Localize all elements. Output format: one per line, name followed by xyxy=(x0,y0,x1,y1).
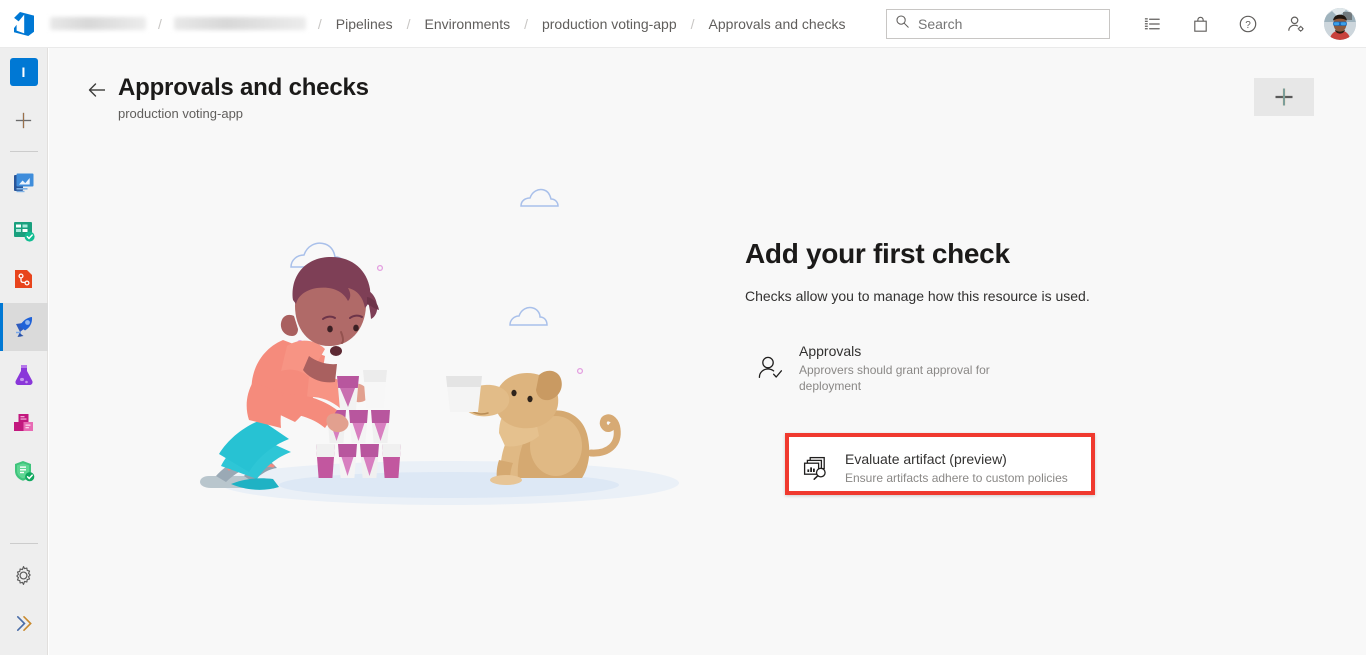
help-question-icon[interactable]: ? xyxy=(1224,0,1272,48)
check-option-approvals[interactable]: Approvals Approvers should grant approva… xyxy=(745,332,1057,404)
advanced-security-shield-icon xyxy=(14,461,34,482)
top-navigation-bar: / / Pipelines / Environments / productio… xyxy=(0,0,1366,48)
sidebar-item-overview[interactable] xyxy=(0,159,48,207)
overview-icon xyxy=(13,173,33,193)
check-option-evaluate-artifact[interactable]: Evaluate artifact (preview) Ensure artif… xyxy=(791,440,1103,496)
empty-state-illustration xyxy=(199,188,699,518)
check-option-text: Evaluate artifact (preview) Ensure artif… xyxy=(845,450,1068,486)
empty-state-description: Checks allow you to manage how this reso… xyxy=(745,288,1090,304)
person-illustration xyxy=(200,256,387,490)
repos-icon xyxy=(14,270,32,288)
sidebar-item-advanced-security[interactable] xyxy=(0,447,48,495)
sidebar-item-boards[interactable] xyxy=(0,207,48,255)
sidebar-item-project-settings[interactable] xyxy=(0,551,48,599)
breadcrumb-pipelines[interactable]: Pipelines xyxy=(332,16,397,32)
project-initial-label: I xyxy=(21,64,26,80)
page-header: Approvals and checks production voting-a… xyxy=(49,48,1366,140)
sidebar-item-test-plans[interactable] xyxy=(0,351,48,399)
breadcrumb-organization[interactable] xyxy=(50,17,146,30)
sidebar-item-repos[interactable] xyxy=(0,255,48,303)
main-content-area: Approvals and checks production voting-a… xyxy=(49,48,1366,655)
search-box[interactable] xyxy=(886,9,1110,39)
breadcrumb-separator: / xyxy=(690,15,695,32)
breadcrumb-environments[interactable]: Environments xyxy=(421,16,515,32)
back-arrow-icon[interactable] xyxy=(83,76,111,104)
check-option-text: Approvals Approvers should grant approva… xyxy=(799,342,1047,394)
empty-state-title: Add your first check xyxy=(745,238,1010,269)
marketplace-bag-icon[interactable] xyxy=(1176,0,1224,48)
azure-devops-logo[interactable] xyxy=(0,0,48,48)
test-plans-flask-icon xyxy=(14,365,33,385)
gear-icon xyxy=(16,565,31,585)
sidebar-item-project-initial[interactable]: I xyxy=(0,48,48,96)
add-check-button[interactable] xyxy=(1254,78,1314,116)
boards-list-icon[interactable] xyxy=(1128,0,1176,48)
user-settings-icon[interactable] xyxy=(1272,0,1320,48)
rail-bottom-group xyxy=(0,536,48,655)
page-title: Approvals and checks xyxy=(118,74,369,101)
breadcrumb: / / Pipelines / Environments / productio… xyxy=(48,0,850,48)
rail-divider-bottom xyxy=(9,543,38,544)
breadcrumb-current-page: Approvals and checks xyxy=(708,15,846,32)
breadcrumb-separator: / xyxy=(317,15,322,32)
search-icon xyxy=(895,14,910,34)
user-avatar[interactable] xyxy=(1324,8,1356,40)
breadcrumb-separator: / xyxy=(524,15,528,32)
expand-sidebar-button[interactable] xyxy=(0,599,48,647)
sidebar-item-artifacts[interactable] xyxy=(0,399,48,447)
svg-text:?: ? xyxy=(1245,20,1251,31)
check-option-description: Approvers should grant approval for depl… xyxy=(799,363,990,393)
rail-divider xyxy=(9,151,38,152)
page-subtitle: production voting-app xyxy=(118,106,244,121)
plus-icon xyxy=(1275,88,1293,106)
breadcrumb-project[interactable] xyxy=(173,17,306,30)
breadcrumb-separator: / xyxy=(158,15,162,32)
left-navigation-rail: I xyxy=(0,48,48,655)
breadcrumb-environment-name[interactable]: production voting-app xyxy=(538,16,681,32)
check-option-description: Ensure artifacts adhere to custom polici… xyxy=(845,471,1068,485)
person-check-icon xyxy=(755,353,785,383)
check-option-title: Approvals xyxy=(799,343,862,359)
breadcrumb-separator: / xyxy=(406,15,411,32)
artifacts-icon xyxy=(13,414,33,431)
check-option-title: Evaluate artifact (preview) xyxy=(845,451,1007,467)
evaluate-artifact-icon xyxy=(801,453,831,483)
boards-icon xyxy=(13,222,35,242)
empty-state-panel: Add your first check Checks allow you to… xyxy=(745,238,1165,495)
sidebar-item-new-project[interactable] xyxy=(0,96,48,144)
search-input[interactable] xyxy=(918,16,1098,32)
plus-icon xyxy=(15,112,32,128)
chevrons-right-icon xyxy=(16,615,32,631)
sidebar-item-pipelines[interactable] xyxy=(0,303,48,351)
top-bar-actions: ? xyxy=(886,0,1366,48)
pipelines-rocket-icon xyxy=(15,317,32,337)
